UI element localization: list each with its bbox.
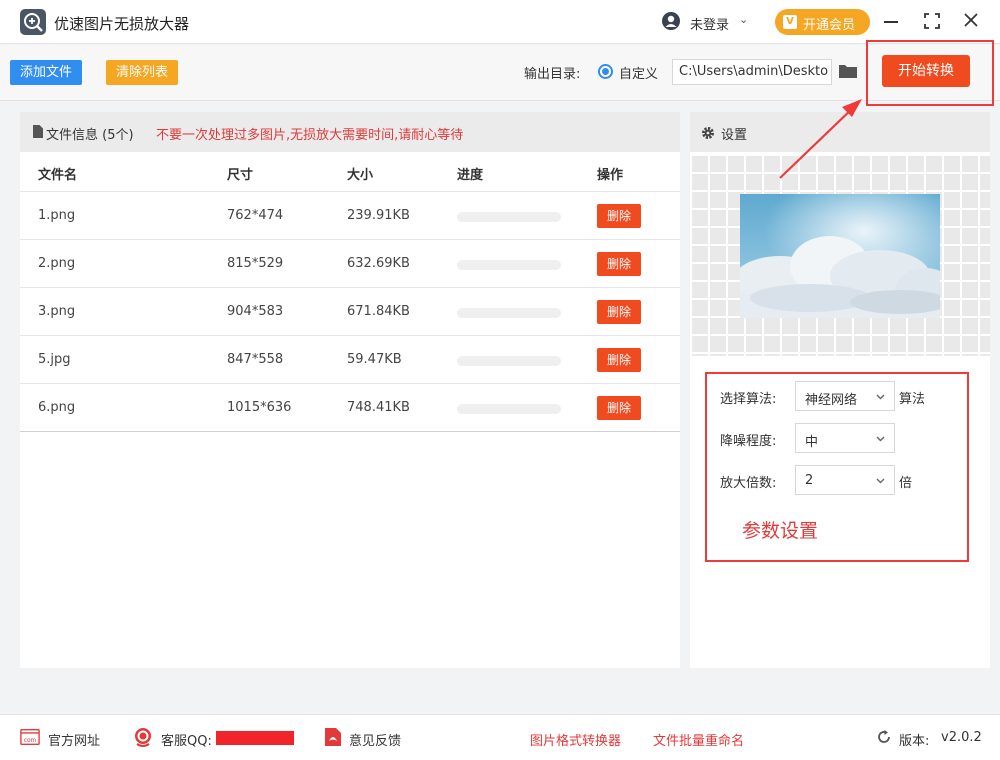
chevron-down-icon <box>876 394 885 400</box>
qq-label[interactable]: 客服QQ: <box>161 730 212 749</box>
minimize-icon[interactable] <box>884 21 898 23</box>
title-bar: 优速图片无损放大器 未登录 ⌄ V 开通会员 <box>0 0 1000 44</box>
refresh-icon[interactable] <box>876 729 892 745</box>
file-size: 239.91KB <box>347 208 410 223</box>
footer: com 官方网址 客服QQ: 意见反馈 图片格式转换器 文件批量重命名 版本: … <box>0 714 1000 760</box>
qq-icon[interactable] <box>132 726 154 748</box>
app-logo-icon <box>20 9 46 35</box>
progress-bar <box>457 308 561 318</box>
table-bottom-border <box>20 431 680 432</box>
column-header-name: 文件名 <box>38 168 78 183</box>
progress-bar <box>457 356 561 366</box>
file-size: 632.69KB <box>347 256 410 271</box>
table-row[interactable]: 3.png 904*583 671.84KB 删除 <box>20 288 680 336</box>
qq-number-redacted <box>216 731 294 745</box>
table-row[interactable]: 5.jpg 847*558 59.47KB 删除 <box>20 336 680 384</box>
delete-button[interactable]: 删除 <box>597 396 641 420</box>
table-row[interactable]: 2.png 815*529 632.69KB 删除 <box>20 240 680 288</box>
file-size: 59.47KB <box>347 352 402 367</box>
document-icon <box>33 125 43 138</box>
version-label: 版本: <box>899 734 930 749</box>
output-dir-label: 输出目录: <box>524 67 581 82</box>
clear-list-button[interactable]: 清除列表 <box>106 60 178 85</box>
close-icon[interactable] <box>963 12 979 28</box>
file-dimensions: 815*529 <box>227 256 284 271</box>
table-row[interactable]: 6.png 1015*636 748.41KB 删除 <box>20 384 680 432</box>
file-dimensions: 904*583 <box>227 304 284 319</box>
file-size: 671.84KB <box>347 304 410 319</box>
website-link[interactable]: 官方网址 <box>48 730 100 749</box>
file-dimensions: 847*558 <box>227 352 284 367</box>
scale-suffix: 倍 <box>899 476 913 491</box>
table-row[interactable]: 1.png 762*474 239.91KB 删除 <box>20 192 680 240</box>
preview-image <box>740 194 940 318</box>
format-converter-link[interactable]: 图片格式转换器 <box>530 730 621 749</box>
file-name: 6.png <box>38 400 76 415</box>
delete-button[interactable]: 删除 <box>597 348 641 372</box>
file-list-header: 文件信息 (5个) 不要一次处理过多图片,无损放大需要时间,请耐心等待 <box>20 112 680 152</box>
file-dimensions: 762*474 <box>227 208 284 223</box>
batch-rename-link[interactable]: 文件批量重命名 <box>653 730 744 749</box>
algorithm-select[interactable]: 神经网络 <box>795 381 895 411</box>
scale-select[interactable]: 2 <box>795 465 895 495</box>
feedback-link[interactable]: 意见反馈 <box>349 730 401 749</box>
column-header-action: 操作 <box>597 168 624 183</box>
denoise-value: 中 <box>805 435 819 450</box>
chevron-down-icon <box>876 478 885 484</box>
toolbar: 添加文件 清除列表 输出目录: 自定义 C:\Users\admin\Deskt… <box>0 45 1000 101</box>
delete-button[interactable]: 删除 <box>597 204 641 228</box>
pdf-icon[interactable] <box>324 727 342 747</box>
user-icon[interactable] <box>661 11 681 31</box>
denoise-label: 降噪程度: <box>720 434 777 449</box>
website-icon-text: com <box>24 738 37 744</box>
custom-dir-radio[interactable] <box>598 64 613 79</box>
settings-panel: 设置 选择算法: 神经网络 算法 降噪程度: 中 放大倍数: 2 倍 参数设置 <box>690 112 990 668</box>
folder-icon[interactable] <box>838 63 858 79</box>
file-name: 5.jpg <box>38 352 71 367</box>
delete-button[interactable]: 删除 <box>597 300 641 324</box>
add-file-button[interactable]: 添加文件 <box>10 60 82 85</box>
login-status[interactable]: 未登录 <box>690 14 729 33</box>
file-info-label: 文件信息 (5个) <box>46 128 134 143</box>
vip-icon: V <box>783 15 797 29</box>
algorithm-value: 神经网络 <box>805 393 858 408</box>
vip-button[interactable]: V 开通会员 <box>775 9 870 35</box>
scale-value: 2 <box>805 473 814 488</box>
file-name: 1.png <box>38 208 76 223</box>
denoise-select[interactable]: 中 <box>795 423 895 453</box>
parameter-settings-box: 选择算法: 神经网络 算法 降噪程度: 中 放大倍数: 2 倍 参数设置 <box>705 372 969 562</box>
output-path-input[interactable]: C:\Users\admin\Deskto <box>672 59 832 85</box>
scale-label: 放大倍数: <box>720 476 777 491</box>
parameter-settings-note: 参数设置 <box>742 520 819 542</box>
file-list-panel: 文件信息 (5个) 不要一次处理过多图片,无损放大需要时间,请耐心等待 文件名 … <box>20 112 680 668</box>
progress-bar <box>457 212 561 222</box>
file-name: 3.png <box>38 304 76 319</box>
progress-bar <box>457 260 561 270</box>
vip-label: 开通会员 <box>803 18 856 33</box>
maximize-icon[interactable] <box>924 13 940 29</box>
gear-icon <box>702 127 714 139</box>
website-icon[interactable]: com <box>20 728 40 746</box>
annotation-arrow <box>779 99 862 179</box>
column-header-dimensions: 尺寸 <box>227 168 254 183</box>
chevron-down-icon <box>876 436 885 442</box>
version-value: v2.0.2 <box>941 730 982 745</box>
warning-text: 不要一次处理过多图片,无损放大需要时间,请耐心等待 <box>156 128 464 143</box>
algorithm-label: 选择算法: <box>720 392 777 407</box>
file-dimensions: 1015*636 <box>227 400 292 415</box>
file-name: 2.png <box>38 256 76 271</box>
settings-title: 设置 <box>721 128 748 143</box>
chevron-down-icon[interactable]: ⌄ <box>739 13 748 26</box>
start-highlight-box <box>866 40 994 106</box>
column-header-size: 大小 <box>347 168 374 183</box>
column-header-progress: 进度 <box>457 168 484 183</box>
app-title: 优速图片无损放大器 <box>54 15 190 33</box>
file-size: 748.41KB <box>347 400 410 415</box>
custom-dir-label[interactable]: 自定义 <box>619 63 658 82</box>
delete-button[interactable]: 删除 <box>597 252 641 276</box>
progress-bar <box>457 404 561 414</box>
algorithm-suffix: 算法 <box>899 392 926 407</box>
